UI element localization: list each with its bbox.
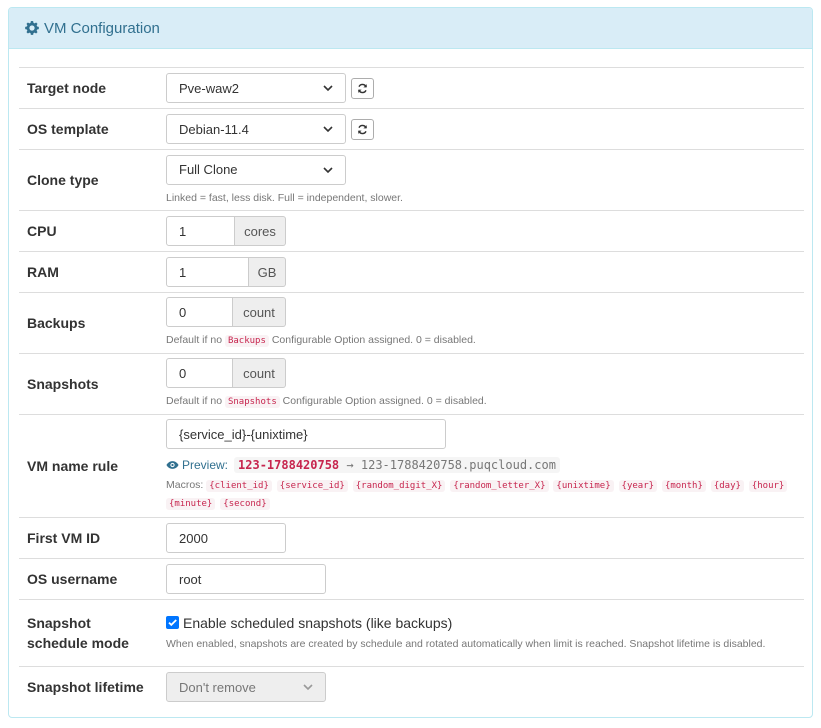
macro-item: {second} [220,498,270,510]
ram-label: RAM [19,251,158,293]
first-vm-id-label: First VM ID [19,517,158,559]
macro-item: {day} [710,480,744,492]
refresh-icon [358,124,367,134]
config-form-table: Target node Pve-waw2 OS template Debian-… [19,67,804,708]
os-username-input[interactable]: root [166,564,326,594]
preview-value: 123-1788420758 → 123-1788420758.puqcloud… [234,457,560,473]
macro-item: {client_id} [206,480,272,492]
cpu-input-group: 1 cores [166,216,796,246]
snapshot-lifetime-label: Snapshot lifetime [19,666,158,708]
snapshots-input-group: 0 count [166,358,796,388]
snapshots-label: Snapshots [19,353,158,415]
vm-name-preview: Preview: 123-1788420758 → 123-1788420758… [166,457,796,473]
snapshots-unit: count [233,358,286,388]
row-clone-type: Clone type Full Clone Linked = fast, les… [19,149,804,211]
target-node-value: Pve-waw2 [179,80,239,96]
cpu-input[interactable]: 1 [166,216,235,246]
cpu-label: CPU [19,210,158,252]
refresh-target-node-button[interactable] [351,77,374,99]
scheduled-snapshots-toggle[interactable]: Enable scheduled snapshots (like backups… [166,615,796,631]
macro-item: {year} [618,480,658,492]
preview-label: Preview: [182,458,229,472]
macro-item: {hour} [748,480,788,492]
os-template-value: Debian-11.4 [179,121,249,137]
clone-type-help: Linked = fast, less disk. Full = indepen… [166,191,403,204]
target-node-select[interactable]: Pve-waw2 [166,73,346,103]
gear-icon [25,21,39,35]
macro-item: {random_letter_X} [450,480,549,492]
backups-input-group: 0 count [166,297,796,327]
refresh-os-template-button[interactable] [351,118,374,140]
row-ram: RAM 1 GB [19,251,804,293]
macros-label: Macros: [166,479,204,491]
cpu-unit: cores [235,216,286,246]
row-snapshot-lifetime: Snapshot lifetime Don't remove [19,666,804,708]
scheduled-snapshots-help: When enabled, snapshots are created by s… [166,637,766,650]
macro-item: {minute} [166,498,216,510]
panel-body: Target node Pve-waw2 OS template Debian-… [9,67,812,708]
ram-input[interactable]: 1 [166,257,249,287]
os-username-label: OS username [19,558,158,600]
preview-fqdn: 123-1788420758.puqcloud.com [360,458,556,472]
row-backups: Backups 0 count Default if no Backups Co… [19,292,804,354]
backups-unit: count [233,297,286,327]
snapshots-option-code: Snapshots [224,396,280,408]
row-vm-name-rule: VM name rule {service_id}-{unixtime} Pre… [19,414,804,518]
snapshot-lifetime-select[interactable]: Don't remove [166,672,326,703]
chevron-down-icon [323,166,333,173]
row-cpu: CPU 1 cores [19,210,804,252]
snapshots-input[interactable]: 0 [166,358,233,388]
snapshot-schedule-mode-label: Snapshot schedule mode [19,599,158,667]
clone-type-value: Full Clone [179,162,238,177]
macro-item: {month} [661,480,706,492]
backups-option-code: Backups [224,335,269,347]
chevron-down-icon [323,85,333,92]
os-template-select[interactable]: Debian-11.4 [166,114,346,144]
backups-label: Backups [19,292,158,354]
macro-item: {service_id} [276,480,348,492]
row-target-node: Target node Pve-waw2 [19,67,804,109]
backups-input[interactable]: 0 [166,297,233,327]
row-os-username: OS username root [19,558,804,600]
snapshots-help: Default if no Snapshots Configurable Opt… [166,395,487,408]
row-snapshot-schedule-mode: Snapshot schedule mode Enable scheduled … [19,599,804,667]
scheduled-snapshots-label: Enable scheduled snapshots (like backups… [183,614,453,631]
vm-name-rule-label: VM name rule [19,414,158,518]
chevron-down-icon [323,126,333,133]
macro-item: {unixtime} [553,480,614,492]
os-template-label: OS template [19,108,158,150]
row-os-template: OS template Debian-11.4 [19,108,804,150]
row-first-vm-id: First VM ID 2000 [19,517,804,559]
backups-help: Default if no Backups Configurable Optio… [166,334,476,347]
row-snapshots: Snapshots 0 count Default if no Snapshot… [19,353,804,415]
preview-arrow: → [346,458,354,472]
vm-name-rule-input[interactable]: {service_id}-{unixtime} [166,419,446,449]
clone-type-label: Clone type [19,149,158,211]
snapshot-lifetime-value: Don't remove [179,679,256,695]
chevron-down-icon [303,684,313,691]
checkmark-icon [168,619,177,627]
target-node-label: Target node [19,67,158,109]
preview-name: 123-1788420758 [238,458,340,472]
panel-title: VM Configuration [44,19,160,37]
eye-icon [166,461,179,469]
first-vm-id-input[interactable]: 2000 [166,523,286,553]
panel-heading: VM Configuration [9,8,812,49]
macros-list: Macros: {client_id} {service_id} {random… [166,477,796,513]
vm-configuration-panel: VM Configuration Target node Pve-waw2 OS… [8,7,813,718]
ram-unit: GB [249,257,286,287]
macro-item: {random_digit_X} [352,480,446,492]
scheduled-snapshots-checkbox[interactable] [166,616,179,629]
refresh-icon [358,83,367,93]
clone-type-select[interactable]: Full Clone [166,154,346,185]
ram-input-group: 1 GB [166,257,796,287]
